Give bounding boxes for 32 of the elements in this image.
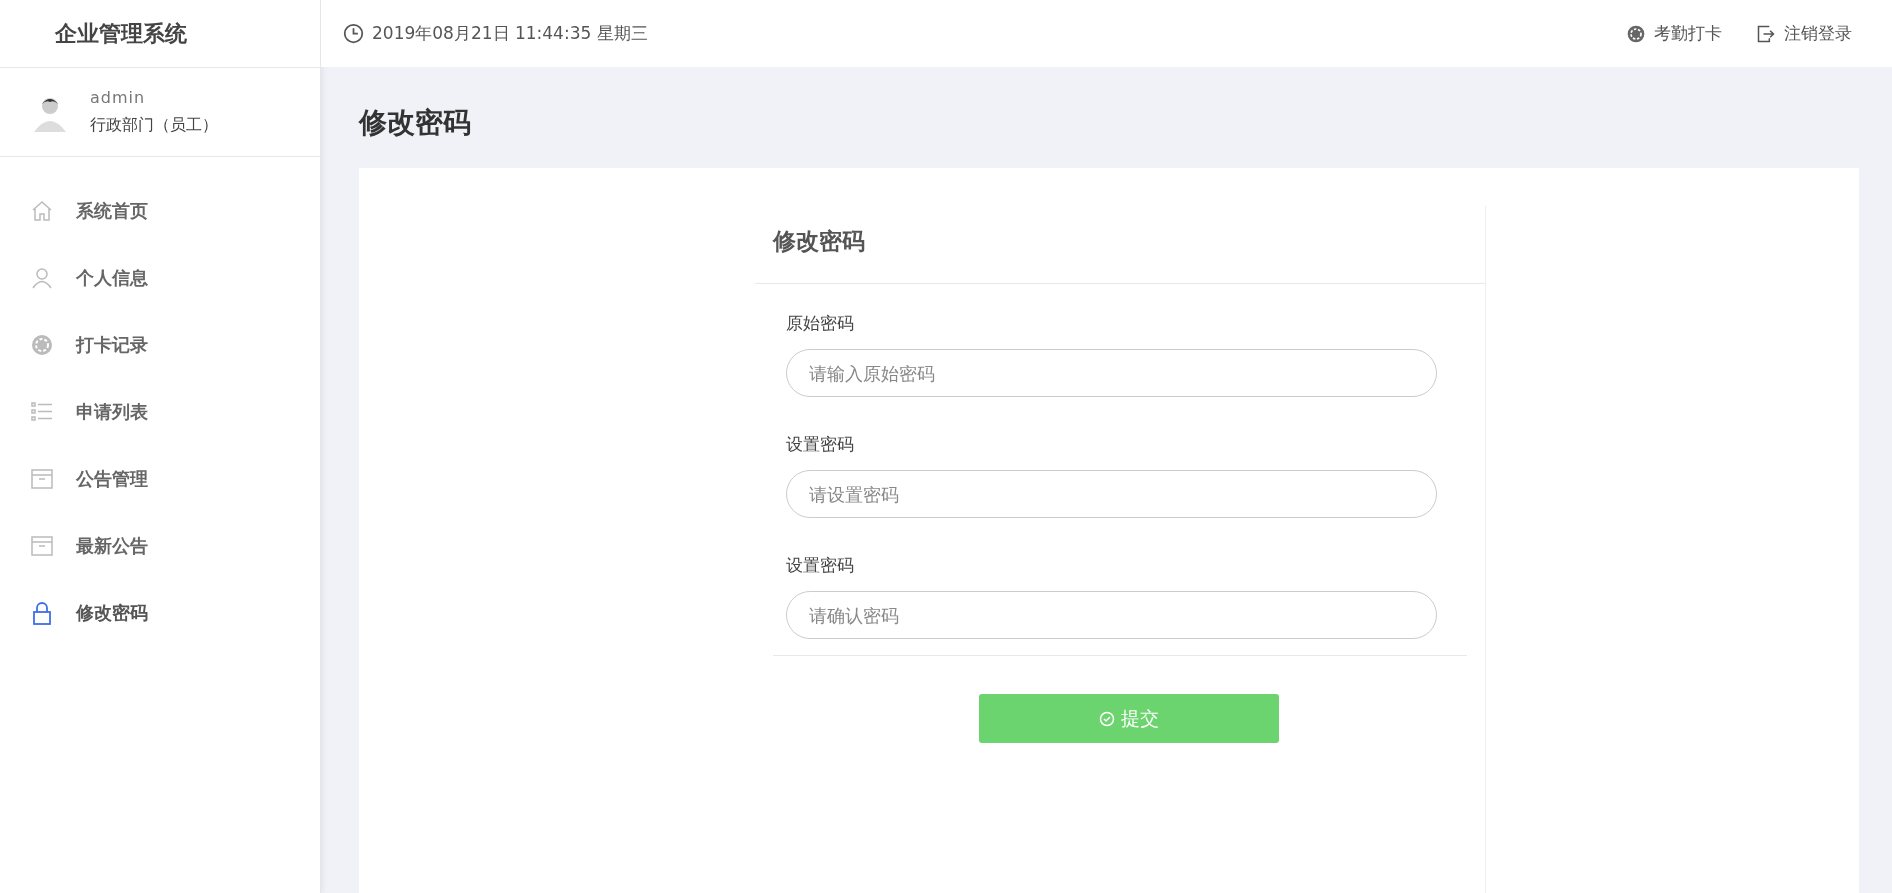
app-title: 企业管理系统 bbox=[0, 0, 320, 68]
list-icon bbox=[30, 399, 54, 424]
header-link[interactable]: 注销登录 bbox=[1756, 22, 1852, 45]
user-name: admin bbox=[90, 88, 147, 107]
sidebar-item[interactable]: 打卡记录 bbox=[0, 311, 320, 378]
box-icon bbox=[30, 533, 54, 558]
password-field[interactable]: 请确认密码 bbox=[786, 591, 1437, 639]
sidebar-item[interactable]: 修改密码 bbox=[0, 579, 320, 646]
home-icon bbox=[30, 198, 54, 223]
field-label: 原始密码 bbox=[786, 312, 855, 335]
field-label: 设置密码 bbox=[786, 554, 855, 577]
user-icon bbox=[30, 265, 54, 290]
sidebar-item[interactable]: 公告管理 bbox=[0, 445, 320, 512]
sidebar-item[interactable]: 申请列表 bbox=[0, 378, 320, 445]
logout-icon bbox=[1756, 23, 1776, 44]
page-title: 修改密码 bbox=[359, 105, 472, 141]
badge-icon bbox=[1626, 23, 1646, 44]
date-time: 2019年08月21日 11:44:35 星期三 bbox=[372, 22, 648, 45]
password-field[interactable]: 请设置密码 bbox=[786, 470, 1437, 518]
header-link[interactable]: 考勤打卡 bbox=[1626, 22, 1722, 45]
form-title: 修改密码 bbox=[755, 206, 1485, 284]
badge-icon bbox=[30, 332, 54, 357]
sidebar-item[interactable]: 最新公告 bbox=[0, 512, 320, 579]
box-icon bbox=[30, 466, 54, 491]
clock-icon bbox=[343, 23, 364, 44]
sidebar-item[interactable]: 个人信息 bbox=[0, 244, 320, 311]
field-label: 设置密码 bbox=[786, 433, 855, 456]
sidebar-item[interactable]: 系统首页 bbox=[0, 177, 320, 244]
check-circle-icon bbox=[1099, 710, 1115, 727]
password-field[interactable]: 请输入原始密码 bbox=[786, 349, 1437, 397]
lock-icon bbox=[30, 600, 54, 625]
user-department: 行政部门（员工） bbox=[90, 115, 218, 136]
